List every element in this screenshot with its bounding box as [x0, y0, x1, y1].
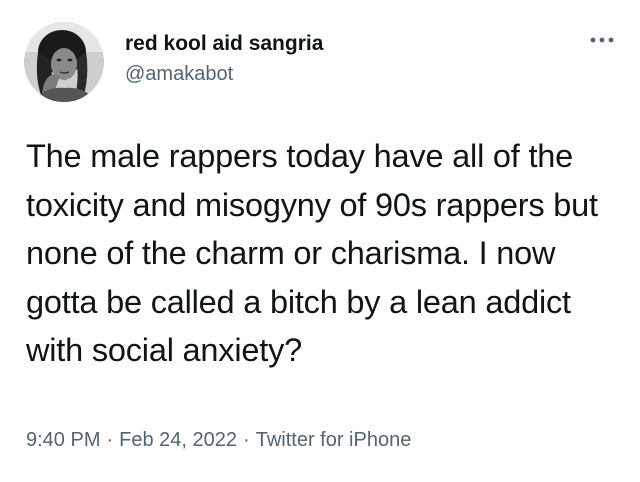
meta-separator: ·	[106, 429, 114, 451]
tweet-source[interactable]: Twitter for iPhone	[256, 429, 412, 451]
avatar-image	[24, 22, 104, 102]
tweet-metadata: 9:40 PM · Feb 24, 2022 · Twitter for iPhone	[26, 427, 411, 453]
meta-separator: ·	[243, 429, 250, 451]
more-options-button[interactable]	[584, 30, 620, 50]
tweet-time[interactable]: 9:40 PM	[26, 429, 100, 451]
tweet-card: red kool aid sangria @amakabot The male …	[0, 0, 640, 482]
avatar[interactable]	[24, 22, 104, 102]
tweet-date[interactable]: Feb 24, 2022	[119, 429, 237, 451]
more-horizontal-icon	[590, 37, 614, 43]
display-name[interactable]: red kool aid sangria	[125, 31, 323, 57]
user-handle[interactable]: @amakabot	[125, 62, 233, 86]
tweet-text: The male rappers today have all of the t…	[26, 138, 598, 368]
